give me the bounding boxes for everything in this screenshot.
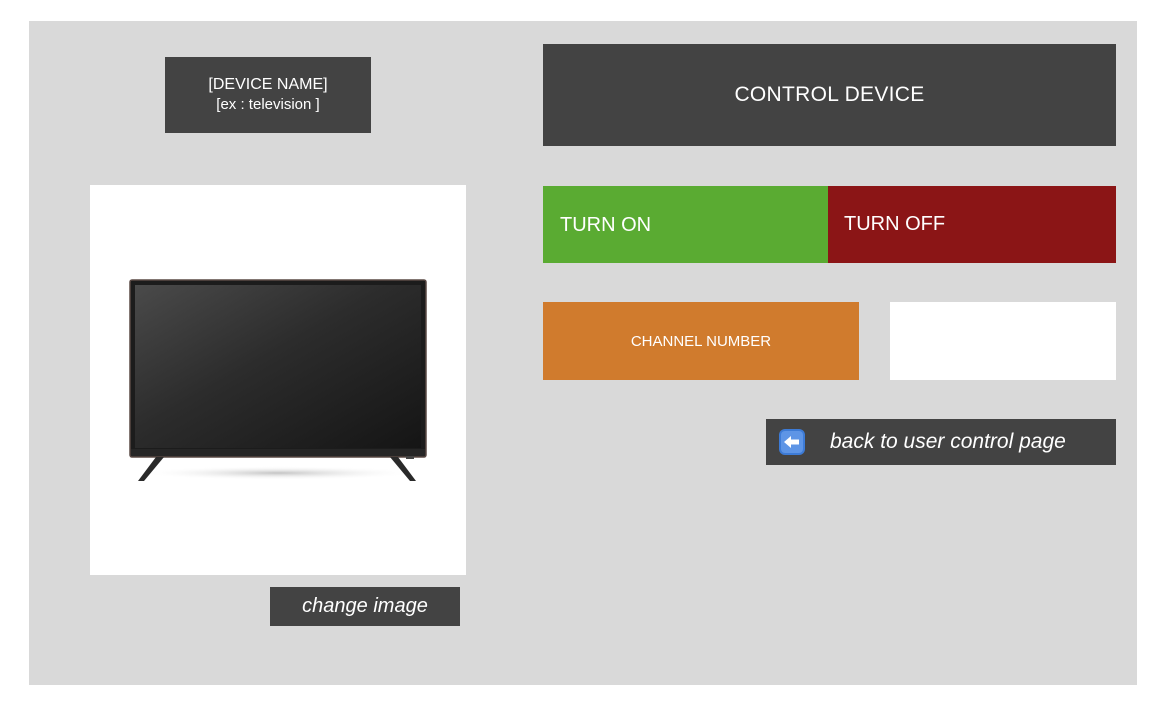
left-arrow-icon — [778, 428, 806, 456]
device-name-example: [ex : television ] — [216, 96, 320, 113]
device-name-label: [DEVICE NAME] — [208, 76, 328, 93]
device-name-box: [DEVICE NAME] [ex : television ] — [165, 57, 371, 133]
television-image — [129, 279, 427, 481]
back-button-label: back to user control page — [830, 430, 1066, 453]
turn-off-button[interactable]: TURN OFF — [828, 186, 1116, 263]
change-image-button[interactable]: change image — [270, 587, 460, 626]
channel-number-label: CHANNEL NUMBER — [543, 302, 859, 380]
control-device-title: CONTROL DEVICE — [543, 44, 1116, 146]
back-to-user-control-button[interactable]: back to user control page — [766, 419, 1116, 465]
turn-on-button[interactable]: TURN ON — [543, 186, 828, 263]
device-image-frame — [90, 185, 466, 575]
channel-number-input[interactable] — [890, 302, 1116, 380]
